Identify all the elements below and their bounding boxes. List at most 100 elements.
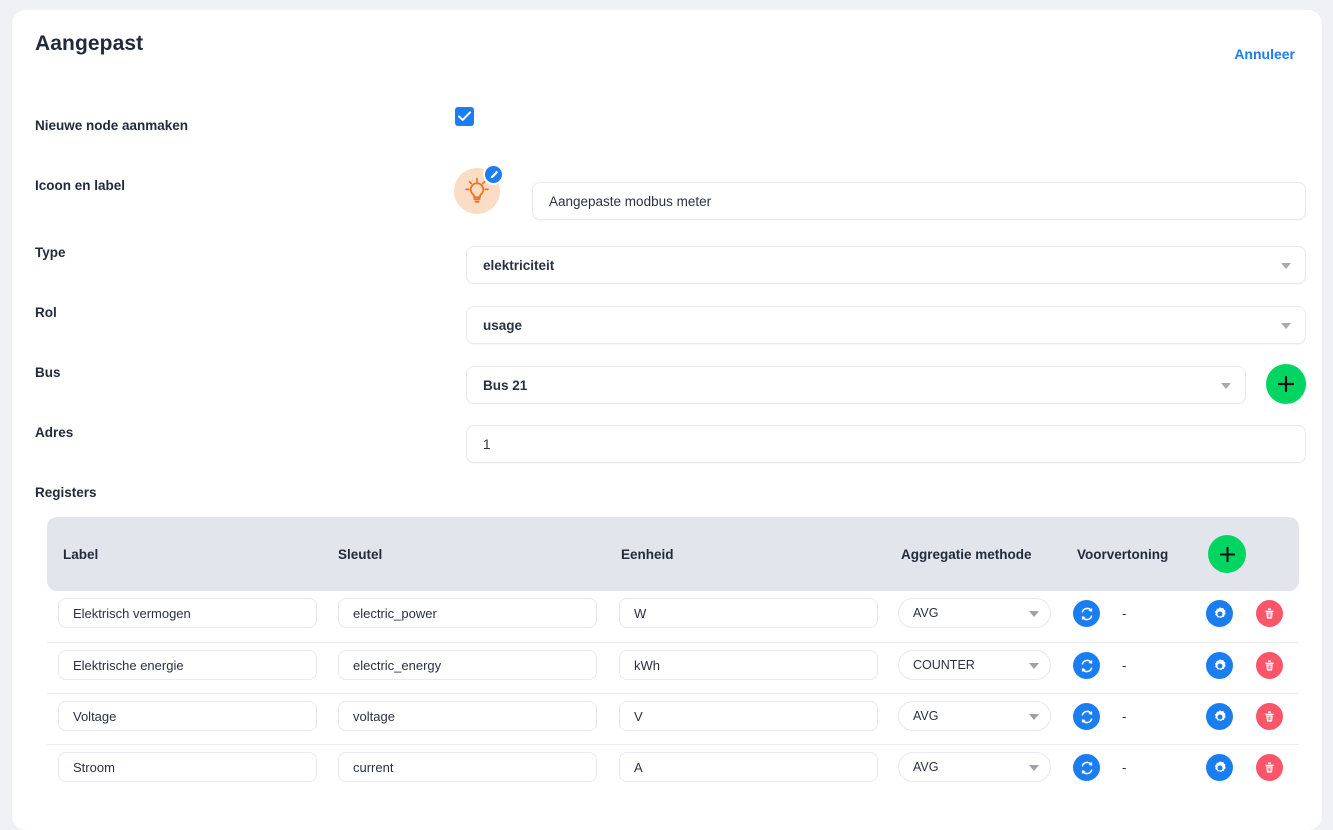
column-header-label: Label bbox=[63, 547, 99, 562]
register-label-input[interactable]: Stroom bbox=[58, 752, 317, 782]
register-aggregation-select[interactable]: AVG bbox=[898, 598, 1051, 628]
register-unit-input[interactable]: V bbox=[619, 701, 878, 731]
refresh-glyph bbox=[1081, 761, 1092, 774]
gear-icon[interactable] bbox=[1206, 600, 1233, 627]
chevron-down-icon bbox=[1029, 765, 1039, 771]
table-row: Elektrische energie electric_energy kWh … bbox=[47, 642, 1299, 693]
refresh-icon[interactable] bbox=[1073, 652, 1100, 679]
register-key-input[interactable]: electric_energy bbox=[338, 650, 597, 680]
column-header-preview: Voorvertoning bbox=[1077, 547, 1169, 562]
register-key-value: electric_energy bbox=[353, 657, 442, 673]
register-preview-value: - bbox=[1122, 760, 1127, 775]
node-label-input[interactable]: Aangepaste modbus meter bbox=[532, 182, 1306, 220]
trash-icon[interactable] bbox=[1256, 600, 1283, 627]
register-preview-value: - bbox=[1122, 658, 1127, 673]
register-unit-input[interactable]: W bbox=[619, 598, 878, 628]
pencil-glyph bbox=[490, 170, 498, 178]
address-label: Adres bbox=[35, 425, 74, 440]
bus-value: Bus 21 bbox=[483, 377, 528, 393]
plus-icon bbox=[1277, 375, 1295, 393]
trash-icon[interactable] bbox=[1256, 754, 1283, 781]
register-label-input[interactable]: Voltage bbox=[58, 701, 317, 731]
gear-glyph bbox=[1214, 606, 1226, 618]
table-row: Stroom current A AVG - bbox=[47, 744, 1299, 795]
register-label-value: Elektrische energie bbox=[73, 657, 184, 673]
address-value: 1 bbox=[483, 436, 491, 452]
column-header-aggregation: Aggregatie methode bbox=[901, 547, 1032, 562]
trash-icon[interactable] bbox=[1256, 652, 1283, 679]
column-header-key: Sleutel bbox=[338, 547, 383, 562]
refresh-icon[interactable] bbox=[1073, 754, 1100, 781]
gear-icon[interactable] bbox=[1206, 754, 1233, 781]
gear-glyph bbox=[1214, 760, 1226, 772]
register-unit-input[interactable]: A bbox=[619, 752, 878, 782]
bus-label: Bus bbox=[35, 365, 61, 380]
register-unit-input[interactable]: kWh bbox=[619, 650, 878, 680]
new-node-label: Nieuwe node aanmaken bbox=[35, 118, 189, 133]
chevron-down-icon bbox=[1029, 714, 1039, 720]
role-select[interactable]: usage bbox=[466, 306, 1306, 344]
register-label-value: Stroom bbox=[73, 759, 115, 775]
register-key-input[interactable]: voltage bbox=[338, 701, 597, 731]
register-key-value: electric_power bbox=[353, 605, 437, 621]
refresh-glyph bbox=[1081, 607, 1092, 620]
register-aggregation-value: COUNTER bbox=[913, 658, 975, 672]
trash-glyph bbox=[1265, 608, 1274, 619]
trash-icon[interactable] bbox=[1256, 703, 1283, 730]
register-aggregation-value: AVG bbox=[913, 760, 939, 774]
table-row: Elektrisch vermogen electric_power W AVG… bbox=[47, 591, 1299, 642]
new-node-checkbox[interactable] bbox=[455, 107, 474, 126]
settings-card: Aangepast Annuleer Nieuwe node aanmaken … bbox=[12, 10, 1322, 830]
lightbulb-icon[interactable] bbox=[454, 164, 504, 214]
register-label-value: Elektrisch vermogen bbox=[73, 605, 191, 621]
register-unit-value: kWh bbox=[634, 657, 660, 673]
add-bus-button[interactable] bbox=[1266, 364, 1306, 404]
add-register-button[interactable] bbox=[1208, 535, 1246, 573]
chevron-down-icon bbox=[1029, 611, 1039, 617]
register-label-value: Voltage bbox=[73, 708, 117, 724]
register-key-value: voltage bbox=[353, 708, 395, 724]
chevron-down-icon bbox=[1281, 263, 1291, 269]
chevron-down-icon bbox=[1029, 663, 1039, 669]
register-aggregation-select[interactable]: AVG bbox=[898, 752, 1051, 782]
role-value: usage bbox=[483, 317, 523, 333]
register-label-input[interactable]: Elektrische energie bbox=[58, 650, 317, 680]
register-key-input[interactable]: electric_power bbox=[338, 598, 597, 628]
register-aggregation-select[interactable]: COUNTER bbox=[898, 650, 1051, 680]
chevron-down-icon bbox=[1281, 323, 1291, 329]
gear-glyph bbox=[1214, 658, 1226, 670]
node-label-value: Aangepaste modbus meter bbox=[549, 193, 712, 209]
register-unit-value: V bbox=[634, 708, 643, 724]
bus-select[interactable]: Bus 21 bbox=[466, 366, 1246, 404]
trash-glyph bbox=[1265, 762, 1274, 773]
address-input[interactable]: 1 bbox=[466, 425, 1306, 463]
gear-icon[interactable] bbox=[1206, 703, 1233, 730]
refresh-icon[interactable] bbox=[1073, 600, 1100, 627]
icon-and-label-label: Icoon en label bbox=[35, 178, 126, 193]
gear-icon[interactable] bbox=[1206, 652, 1233, 679]
page-title: Aangepast bbox=[35, 32, 144, 55]
refresh-glyph bbox=[1081, 659, 1092, 672]
chevron-down-icon bbox=[1221, 383, 1231, 389]
register-label-input[interactable]: Elektrisch vermogen bbox=[58, 598, 317, 628]
trash-glyph bbox=[1265, 711, 1274, 722]
register-preview-value: - bbox=[1122, 709, 1127, 724]
gear-glyph bbox=[1214, 709, 1226, 721]
register-preview-value: - bbox=[1122, 606, 1127, 621]
trash-glyph bbox=[1265, 660, 1274, 671]
type-select[interactable]: elektriciteit bbox=[466, 246, 1306, 284]
register-aggregation-value: AVG bbox=[913, 606, 939, 620]
registers-section-label: Registers bbox=[35, 485, 97, 500]
register-key-input[interactable]: current bbox=[338, 752, 597, 782]
register-unit-value: A bbox=[634, 759, 643, 775]
cancel-button[interactable]: Annuleer bbox=[1234, 46, 1295, 62]
register-aggregation-select[interactable]: AVG bbox=[898, 701, 1051, 731]
table-row: Voltage voltage V AVG - bbox=[47, 693, 1299, 744]
plus-icon bbox=[1219, 546, 1235, 562]
refresh-icon[interactable] bbox=[1073, 703, 1100, 730]
check-icon bbox=[458, 111, 471, 121]
register-unit-value: W bbox=[634, 605, 647, 621]
column-header-unit: Eenheid bbox=[621, 547, 674, 562]
type-label: Type bbox=[35, 245, 66, 260]
pencil-icon[interactable] bbox=[483, 164, 504, 185]
